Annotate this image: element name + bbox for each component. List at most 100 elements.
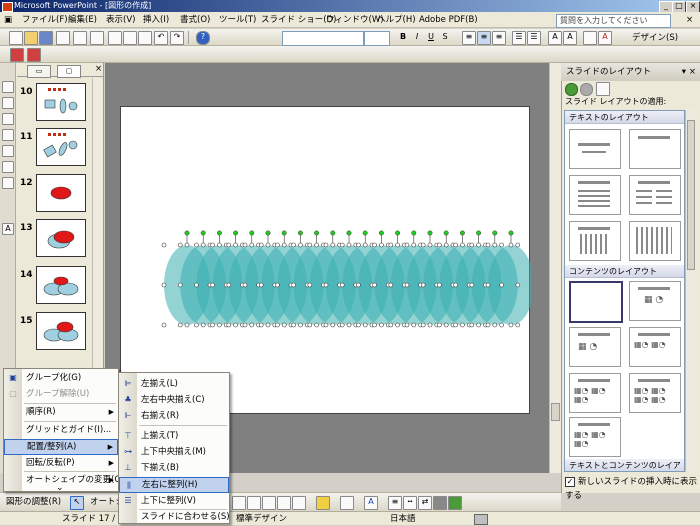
- task-pane-dropdown-icon[interactable]: ▾: [682, 63, 686, 81]
- resize-handle[interactable]: [469, 242, 475, 248]
- resize-handle[interactable]: [291, 322, 296, 328]
- menu-edit[interactable]: 編集(E): [68, 14, 97, 26]
- menu-item-align-bottom[interactable]: ⊥ 下揃え(B): [119, 460, 229, 476]
- layout-vertical-title-text[interactable]: [629, 221, 681, 261]
- resize-handle[interactable]: [404, 322, 410, 328]
- resize-handle[interactable]: [437, 242, 442, 248]
- layout-title-text[interactable]: [569, 175, 621, 215]
- resize-handle[interactable]: [242, 242, 248, 248]
- resize-handle[interactable]: [161, 282, 167, 288]
- resize-handle[interactable]: [356, 242, 361, 248]
- layout-title-content[interactable]: ▦ ◔: [569, 327, 621, 367]
- resize-handle[interactable]: [184, 242, 190, 248]
- resize-handle[interactable]: [372, 242, 377, 248]
- rotation-handle[interactable]: [330, 230, 336, 236]
- resize-handle[interactable]: [453, 242, 458, 248]
- resize-handle[interactable]: [307, 242, 313, 248]
- resize-handle[interactable]: [339, 242, 345, 248]
- select-objects-icon[interactable]: ↖: [70, 496, 84, 510]
- resize-handle[interactable]: [210, 322, 215, 328]
- resize-handle[interactable]: [177, 322, 183, 328]
- help-search-input[interactable]: 質問を入力してください: [556, 14, 671, 28]
- resize-handle[interactable]: [443, 322, 449, 328]
- resize-handle[interactable]: [346, 322, 352, 328]
- resize-handle[interactable]: [420, 282, 426, 288]
- resize-handle[interactable]: [210, 282, 215, 288]
- pdf-convert-icon[interactable]: [10, 48, 24, 62]
- menu-file[interactable]: ファイル(F): [22, 14, 68, 26]
- fill-color-icon[interactable]: [316, 496, 330, 510]
- menu-item-align-middle[interactable]: ⊶ 上下中央揃え(M): [119, 444, 229, 460]
- resize-handle[interactable]: [404, 282, 410, 288]
- resize-handle[interactable]: [388, 282, 394, 288]
- design-button[interactable]: デザイン(S): [632, 32, 678, 44]
- dash-style-icon[interactable]: ┅: [403, 496, 417, 510]
- clipart-icon[interactable]: [277, 496, 291, 510]
- resize-handle[interactable]: [460, 242, 465, 248]
- rotation-handle[interactable]: [249, 230, 255, 236]
- resize-handle[interactable]: [323, 322, 329, 328]
- indent-icon[interactable]: [583, 31, 597, 45]
- slide-thumbnail-10[interactable]: [36, 83, 86, 121]
- resize-handle[interactable]: [515, 282, 521, 288]
- increase-font-icon[interactable]: A: [548, 31, 562, 45]
- resize-handle[interactable]: [265, 242, 271, 248]
- rotation-handle[interactable]: [297, 230, 303, 236]
- slides-panel-scrollbar[interactable]: [92, 78, 102, 368]
- show-on-insert-option[interactable]: ✓ 新しいスライドの挿入時に表示する: [565, 475, 700, 501]
- rotation-handle[interactable]: [459, 230, 465, 236]
- resize-handle[interactable]: [469, 282, 475, 288]
- tab-outline[interactable]: ▭: [27, 65, 51, 78]
- permission-icon[interactable]: [56, 31, 70, 45]
- layout-content-over-two[interactable]: ▦◔ ▦◔ ▦◔: [569, 373, 621, 413]
- resize-handle[interactable]: [339, 322, 345, 328]
- resize-handle[interactable]: [275, 282, 280, 288]
- menu-adobe-pdf[interactable]: Adobe PDF(B): [419, 14, 478, 26]
- menu-insert[interactable]: 挿入(I): [143, 14, 169, 26]
- resize-handle[interactable]: [437, 282, 442, 288]
- resize-handle[interactable]: [226, 282, 232, 288]
- rotation-handle[interactable]: [443, 230, 449, 236]
- spelling-icon[interactable]: [90, 31, 104, 45]
- resize-handle[interactable]: [427, 242, 433, 248]
- resize-handle[interactable]: [404, 242, 410, 248]
- resize-handle[interactable]: [161, 322, 167, 328]
- scroll-thumb[interactable]: [551, 403, 560, 421]
- home-icon[interactable]: [596, 82, 610, 96]
- resize-handle[interactable]: [242, 322, 248, 328]
- resize-handle[interactable]: [508, 242, 514, 248]
- resize-handle[interactable]: [314, 322, 319, 328]
- resize-handle[interactable]: [362, 322, 368, 328]
- slide-scrollbar[interactable]: [549, 63, 561, 473]
- numbering-icon[interactable]: ☰: [512, 31, 526, 45]
- resize-handle[interactable]: [372, 322, 377, 328]
- rotation-handle[interactable]: [346, 230, 352, 236]
- slide-thumbnail-12[interactable]: [36, 174, 86, 212]
- resize-handle[interactable]: [515, 242, 521, 248]
- resize-handle[interactable]: [499, 242, 504, 248]
- align-right-text-icon[interactable]: ≡: [492, 31, 506, 45]
- doc-icon[interactable]: ▣: [4, 14, 12, 26]
- paste-icon[interactable]: [138, 31, 152, 45]
- underline-button[interactable]: U: [424, 31, 438, 45]
- resize-handle[interactable]: [161, 242, 167, 248]
- resize-handle[interactable]: [307, 322, 313, 328]
- save-icon[interactable]: [39, 31, 53, 45]
- resize-handle[interactable]: [249, 322, 255, 328]
- cut-icon[interactable]: [108, 31, 122, 45]
- wordart-icon[interactable]: [247, 496, 261, 510]
- center-text-icon[interactable]: ≡: [477, 31, 491, 45]
- layout-blank[interactable]: [569, 281, 623, 323]
- resize-handle[interactable]: [291, 282, 296, 288]
- slide-thumbnail-15[interactable]: [36, 312, 86, 350]
- resize-handle[interactable]: [411, 242, 417, 248]
- rotation-handle[interactable]: [314, 230, 320, 236]
- redo-icon[interactable]: ↷: [170, 31, 184, 45]
- line-style-icon[interactable]: ≡: [388, 496, 402, 510]
- resize-handle[interactable]: [492, 242, 498, 248]
- resize-handle[interactable]: [298, 322, 303, 328]
- resize-handle[interactable]: [275, 242, 280, 248]
- rotation-handle[interactable]: [281, 230, 287, 236]
- resize-handle[interactable]: [339, 282, 345, 288]
- align-left-text-icon[interactable]: ≡: [462, 31, 476, 45]
